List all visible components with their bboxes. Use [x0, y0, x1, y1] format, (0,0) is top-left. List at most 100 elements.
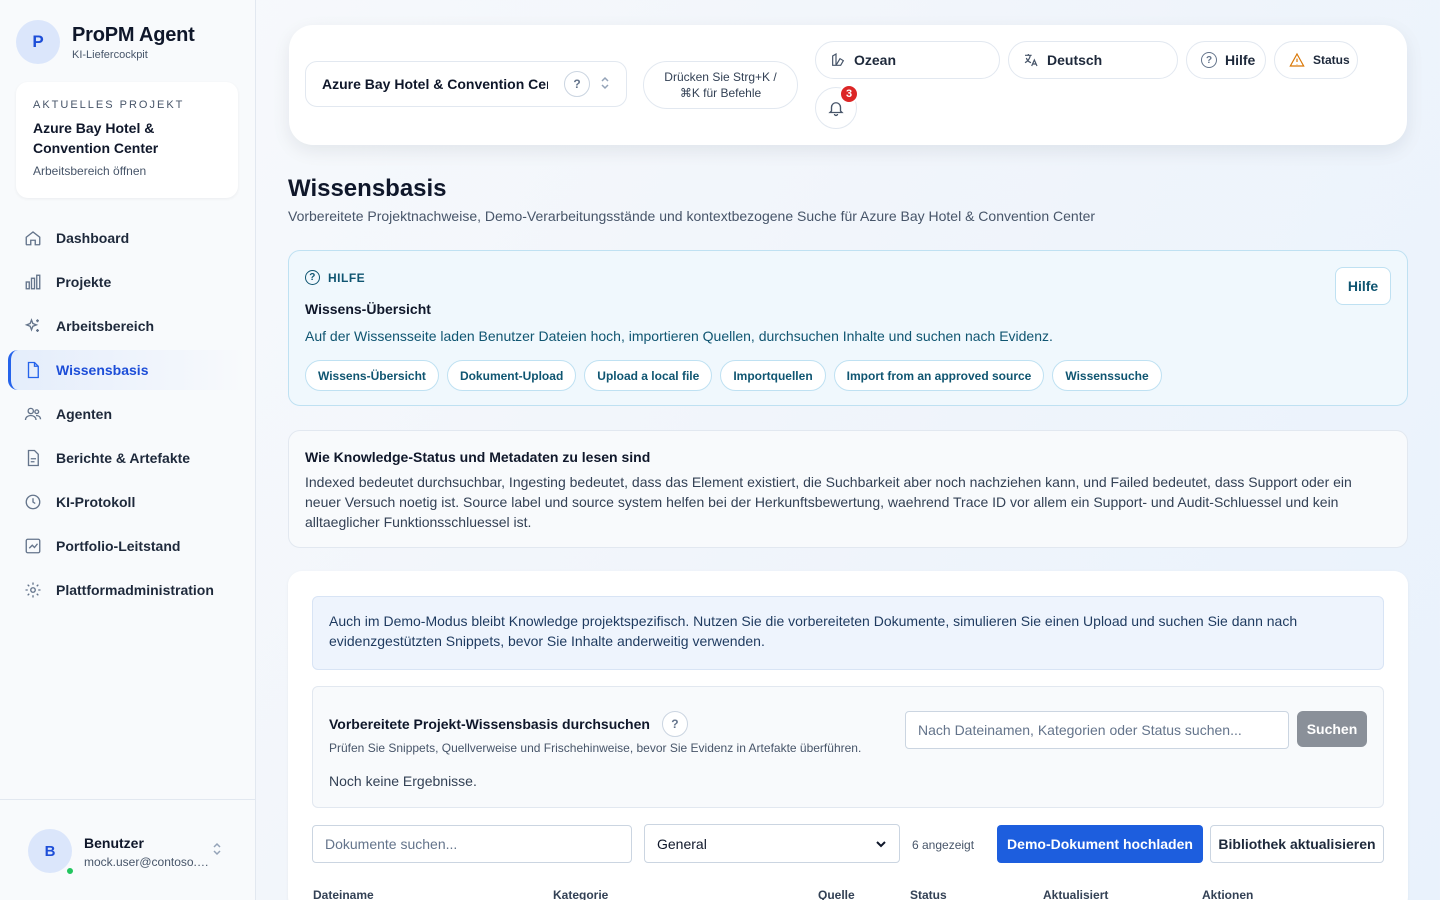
command-palette-hint[interactable]: Drücken Sie Strg+K / ⌘K für Befehle — [643, 61, 798, 109]
help-text: Auf der Wissensseite laden Benutzer Date… — [305, 328, 1053, 344]
column-header-source[interactable]: Quelle — [818, 888, 855, 900]
upload-demo-document-button[interactable]: Demo-Dokument hochladen — [997, 825, 1203, 863]
help-chip[interactable]: Importquellen — [720, 360, 826, 391]
warning-icon — [1289, 52, 1305, 68]
sidebar-item-dashboard[interactable]: Dashboard — [8, 218, 248, 258]
sidebar-item-label: Wissensbasis — [56, 362, 149, 378]
help-circle-icon[interactable]: ? — [661, 711, 688, 737]
chevron-updown-icon — [600, 76, 610, 93]
current-project-card[interactable]: AKTUELLES PROJEKT Azure Bay Hotel & Conv… — [16, 82, 238, 198]
brand-title: ProPM Agent — [72, 23, 195, 46]
status-button[interactable]: Status — [1274, 41, 1358, 79]
help-title: Wissens-Übersicht — [305, 301, 431, 317]
help-button[interactable]: ? Hilfe — [1186, 41, 1266, 79]
user-menu[interactable]: B Benutzer mock.user@contoso.com — [0, 799, 256, 900]
sidebar-item-workspace[interactable]: Arbeitsbereich — [8, 306, 248, 346]
users-icon — [24, 405, 42, 423]
language-selector[interactable]: Deutsch — [1008, 41, 1178, 79]
document-search-input[interactable] — [312, 825, 632, 863]
sidebar-item-portfolio[interactable]: Portfolio-Leitstand — [8, 526, 248, 566]
brand-logo: P — [16, 20, 60, 64]
sidebar-item-label: Berichte & Artefakte — [56, 450, 191, 466]
kb-search-empty-state: Noch keine Ergebnisse. — [329, 773, 477, 789]
project-selector[interactable]: Azure Bay Hotel & Convention Center ? — [305, 61, 627, 107]
notification-count-badge: 3 — [839, 84, 859, 104]
help-topic-chips: Wissens-Übersicht Dokument-Upload Upload… — [305, 360, 1162, 391]
user-name: Benutzer — [84, 835, 144, 851]
kb-search-title-label: Vorbereitete Projekt-Wissensbasis durchs… — [329, 716, 650, 732]
theme-selector[interactable]: Ozean — [815, 41, 1000, 79]
top-bar: Azure Bay Hotel & Convention Center ? Dr… — [289, 25, 1407, 145]
bar-chart-icon — [24, 273, 42, 291]
user-email: mock.user@contoso.com — [84, 855, 212, 869]
category-select-value: General — [657, 835, 707, 852]
sidebar-item-label: Arbeitsbereich — [56, 318, 155, 334]
knowledge-library-card: Auch im Demo-Modus bleibt Knowledge proj… — [288, 571, 1408, 900]
sidebar-nav: Dashboard Projekte Arbeitsbereich Wissen… — [8, 218, 248, 614]
status-info-card: Wie Knowledge-Status und Metadaten zu le… — [288, 430, 1408, 548]
current-project-eyebrow: AKTUELLES PROJEKT — [33, 99, 185, 111]
kb-search-hint: Prüfen Sie Snippets, Quellverweise und F… — [329, 741, 862, 755]
demo-mode-banner: Auch im Demo-Modus bleibt Knowledge proj… — [312, 596, 1384, 670]
sidebar-item-platform-admin[interactable]: Plattformadministration — [8, 570, 248, 610]
language-selector-value: Deutsch — [1047, 52, 1103, 68]
brand-subtitle: KI-Liefercockpit — [72, 48, 148, 61]
brand[interactable]: P ProPM Agent KI-Liefercockpit — [16, 20, 195, 64]
help-circle-icon: ? — [305, 270, 320, 285]
help-chip[interactable]: Dokument-Upload — [446, 360, 577, 391]
help-eyebrow: ? HILFE — [305, 270, 365, 285]
refresh-library-button[interactable]: Bibliothek aktualisieren — [1210, 825, 1384, 863]
clock-icon — [24, 493, 42, 511]
line-chart-icon — [24, 537, 42, 555]
help-chip[interactable]: Import from an approved source — [833, 360, 1045, 391]
help-chip[interactable]: Wissenssuche — [1052, 360, 1162, 391]
sidebar-item-label: KI-Protokoll — [56, 494, 136, 510]
project-selector-value: Azure Bay Hotel & Convention Center — [322, 76, 548, 92]
category-select[interactable]: General — [644, 824, 900, 863]
kb-search-button[interactable]: Suchen — [1297, 711, 1367, 747]
help-circle-icon[interactable]: ? — [564, 71, 590, 97]
help-button-label: Hilfe — [1225, 52, 1256, 68]
current-project-name: Azure Bay Hotel & Convention Center — [33, 120, 159, 156]
translate-icon — [1023, 52, 1039, 68]
help-card-button[interactable]: Hilfe — [1335, 267, 1391, 305]
file-text-icon — [24, 449, 42, 467]
column-header-updated[interactable]: Aktualisiert — [1043, 888, 1108, 900]
home-icon — [24, 229, 42, 247]
status-info-title: Wie Knowledge-Status und Metadaten zu le… — [305, 449, 651, 465]
sidebar-item-knowledge-base[interactable]: Wissensbasis — [8, 350, 248, 390]
sidebar-item-reports[interactable]: Berichte & Artefakte — [8, 438, 248, 478]
sidebar-item-label: Portfolio-Leitstand — [56, 538, 181, 554]
column-header-status[interactable]: Status — [910, 888, 947, 900]
kb-search-title: Vorbereitete Projekt-Wissensbasis durchs… — [329, 711, 688, 737]
chevron-updown-icon — [212, 842, 222, 859]
chevron-down-icon — [875, 838, 887, 850]
help-card: ? HILFE Wissens-Übersicht Auf der Wissen… — [288, 250, 1408, 406]
status-button-label: Status — [1313, 53, 1350, 67]
sidebar-item-label: Dashboard — [56, 230, 130, 246]
palette-icon — [830, 52, 846, 68]
column-header-category[interactable]: Kategorie — [553, 888, 608, 900]
sparkles-icon — [24, 317, 42, 335]
sidebar-item-projects[interactable]: Projekte — [8, 262, 248, 302]
sidebar-item-label: Agenten — [56, 406, 112, 422]
theme-selector-value: Ozean — [854, 52, 897, 68]
document-icon — [24, 361, 42, 379]
avatar: B — [28, 829, 72, 873]
sidebar-item-agents[interactable]: Agenten — [8, 394, 248, 434]
column-header-actions: Aktionen — [1202, 888, 1254, 900]
status-info-text: Indexed bedeutet durchsuchbar, Ingesting… — [305, 474, 1352, 530]
document-count: 6 angezeigt — [912, 838, 975, 852]
open-workspace-link[interactable]: Arbeitsbereich öffnen — [33, 164, 221, 178]
help-eyebrow-label: HILFE — [328, 270, 366, 285]
sidebar: P ProPM Agent KI-Liefercockpit AKTUELLES… — [0, 0, 256, 900]
help-circle-icon: ? — [1201, 52, 1217, 68]
help-chip[interactable]: Wissens-Übersicht — [305, 360, 439, 391]
sidebar-item-ai-log[interactable]: KI-Protokoll — [8, 482, 248, 522]
gear-icon — [24, 581, 42, 599]
column-header-filename[interactable]: Dateiname — [313, 888, 374, 900]
kb-search-input[interactable] — [905, 711, 1289, 749]
help-chip[interactable]: Upload a local file — [584, 360, 713, 391]
sidebar-item-label: Projekte — [56, 274, 112, 290]
page-subtitle: Vorbereitete Projektnachweise, Demo-Vera… — [288, 208, 1096, 224]
